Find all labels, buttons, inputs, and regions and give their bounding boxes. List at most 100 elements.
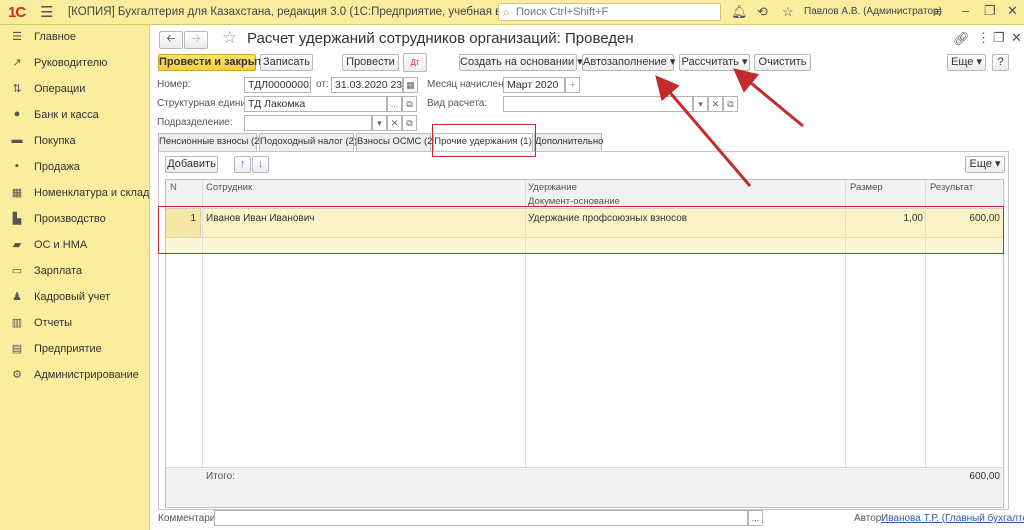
help-button[interactable]: ? — [992, 54, 1009, 71]
people-icon: ♟ — [12, 291, 22, 303]
close-icon[interactable]: ✕ — [1007, 3, 1018, 19]
salary-icon: ▭ — [11, 265, 23, 277]
more-menu-icon[interactable]: ≡ — [934, 4, 942, 19]
autofill-button[interactable]: Автозаполнение ▾ — [582, 54, 675, 71]
author-link[interactable]: Иванова Т.Р. (Главный бухгалтер) — [881, 513, 1024, 524]
post-button[interactable]: Провести — [342, 54, 399, 71]
comment-expand-icon[interactable]: ... — [748, 510, 763, 526]
sidebar-item-label: Покупка — [34, 135, 76, 147]
forward-button[interactable]: 🡢 — [184, 31, 208, 49]
sidebar-item-admin[interactable]: ⚙ Администрирование — [0, 365, 150, 387]
column-n[interactable]: N — [170, 182, 177, 193]
post-and-close-button[interactable]: Провести и закрыть — [158, 54, 269, 71]
sidebar-item-warehouse[interactable]: ▦ Номенклатура и склад — [0, 183, 150, 205]
sidebar: ☰ Главное ↗ Руководителю ⇅ Операции ● Банк и… — [0, 25, 150, 530]
division-field[interactable] — [244, 115, 372, 131]
open-icon[interactable]: ⧉ — [402, 96, 417, 112]
sidebar-item-sale[interactable]: ▪ Продажа — [0, 157, 150, 179]
month-stepper[interactable]: ÷ — [565, 77, 580, 93]
warehouse-icon: ▦ — [11, 187, 23, 199]
tab-additional[interactable]: Дополнительно — [534, 133, 603, 151]
open-icon[interactable]: ⧉ — [723, 96, 738, 112]
main-menu-icon[interactable]: ☰ — [40, 3, 53, 21]
sidebar-item-purchase[interactable]: ▬ Покупка — [0, 131, 150, 153]
print-dt-kt-icon[interactable]: Дт — [403, 53, 427, 72]
operations-icon: ⇅ — [12, 83, 22, 95]
move-down-icon[interactable]: ↓ — [252, 156, 269, 173]
tab-income-tax[interactable]: Подоходный налог (2) — [259, 133, 357, 151]
more-button[interactable]: Еще ▾ — [947, 54, 986, 71]
chevron-down-icon[interactable]: ▾ — [693, 96, 708, 112]
bell-icon[interactable]: 🔔︎ — [731, 4, 748, 20]
sidebar-item-label: Производство — [34, 213, 106, 225]
favorites-star-icon[interactable]: ☆ — [782, 4, 794, 20]
clear-icon[interactable]: ✕ — [708, 96, 723, 112]
cart-icon: ▬ — [11, 134, 23, 146]
factory-icon: ▙ — [12, 213, 22, 225]
create-based-on-button[interactable]: Создать на основании ▾ — [459, 54, 583, 71]
more-menu-icon[interactable]: ⋮ — [977, 30, 990, 46]
search-input[interactable] — [516, 5, 716, 19]
clear-icon[interactable]: ✕ — [387, 115, 402, 131]
sidebar-item-operations[interactable]: ⇅ Операции — [0, 79, 150, 101]
month-field[interactable]: Март 2020 — [503, 77, 565, 93]
global-search[interactable]: ⌕ — [498, 3, 721, 21]
close-icon[interactable]: ✕ — [1011, 30, 1022, 46]
total-label: Итого: — [206, 471, 235, 482]
number-field[interactable]: ТДЛ00000002 — [244, 77, 311, 93]
sidebar-item-label: Предприятие — [34, 343, 102, 355]
open-icon[interactable]: ⧉ — [402, 115, 417, 131]
calculate-button[interactable]: Рассчитать ▾ — [679, 54, 750, 71]
sidebar-item-bank[interactable]: ● Банк и касса — [0, 105, 150, 127]
sidebar-item-manager[interactable]: ↗ Руководителю — [0, 53, 150, 75]
sidebar-item-assets[interactable]: ▰ ОС и НМА — [0, 235, 150, 257]
column-size[interactable]: Размер — [850, 182, 883, 193]
number-label: Номер: — [157, 79, 191, 90]
sidebar-item-enterprise[interactable]: ▤ Предприятие — [0, 339, 150, 361]
sidebar-item-label: ОС и НМА — [34, 239, 88, 251]
create-based-on-label: Создать на основании — [460, 56, 575, 68]
sidebar-item-hr[interactable]: ♟ Кадровый учет — [0, 287, 150, 309]
division-label: Подразделение: — [157, 117, 233, 128]
history-icon[interactable]: ⟲ — [757, 4, 768, 20]
menu-icon: ☰ — [12, 31, 22, 43]
autofill-label: Автозаполнение — [583, 56, 667, 68]
app-title: [КОПИЯ] Бухгалтерия для Казахстана, реда… — [68, 6, 537, 18]
restore-icon[interactable]: ❐ — [993, 30, 1005, 46]
date-field[interactable]: 31.03.2020 23:5 — [331, 77, 403, 93]
favorite-star-icon[interactable]: ☆ — [222, 28, 237, 48]
back-button[interactable]: 🡠 — [159, 31, 183, 49]
table-more-button[interactable]: Еще ▾ — [965, 156, 1005, 173]
comment-field[interactable] — [214, 510, 748, 526]
calendar-icon[interactable]: ▦ — [403, 77, 418, 93]
select-ellipsis-icon[interactable]: ... — [387, 96, 402, 112]
restore-icon[interactable]: ❐ — [984, 3, 996, 19]
tab-osms[interactable]: Взносы ОСМС (2) — [356, 133, 436, 151]
column-result[interactable]: Результат — [930, 182, 973, 193]
app-logo: 1С — [8, 4, 26, 21]
column-deduction[interactable]: Удержание — [528, 182, 577, 193]
column-employee[interactable]: Сотрудник — [206, 182, 252, 193]
clear-button[interactable]: Очистить — [754, 54, 811, 71]
gear-icon: ⚙ — [12, 369, 22, 381]
tab-pension[interactable]: Пенсионные взносы (2) — [158, 133, 263, 151]
sidebar-item-label: Зарплата — [34, 265, 83, 277]
save-button[interactable]: Записать — [260, 54, 313, 71]
calc-type-field[interactable] — [503, 96, 693, 112]
link-icon[interactable]: 🔗︎ — [953, 31, 970, 47]
sidebar-item-salary[interactable]: ▭ Зарплата — [0, 261, 150, 283]
more-label: Еще — [951, 56, 974, 68]
move-up-icon[interactable]: ↑ — [234, 156, 251, 173]
sidebar-item-main[interactable]: ☰ Главное — [0, 27, 150, 49]
current-user[interactable]: Павлов А.В. (Администратор) — [804, 6, 942, 17]
calculate-label: Рассчитать — [681, 56, 739, 68]
sidebar-item-reports[interactable]: ▥ Отчеты — [0, 313, 150, 335]
table-footer: Итого: 600,00 — [166, 467, 1003, 507]
sidebar-item-production[interactable]: ▙ Производство — [0, 209, 150, 231]
minimize-icon[interactable]: – — [962, 3, 969, 18]
sidebar-item-label: Банк и касса — [34, 109, 99, 121]
unit-field[interactable]: ТД Лакомка — [244, 96, 387, 112]
add-button[interactable]: Добавить — [165, 156, 218, 173]
tab-panel: Добавить ↑ ↓ Еще ▾ N Сотрудник Удержание… — [158, 151, 1009, 510]
chevron-down-icon[interactable]: ▾ — [372, 115, 387, 131]
